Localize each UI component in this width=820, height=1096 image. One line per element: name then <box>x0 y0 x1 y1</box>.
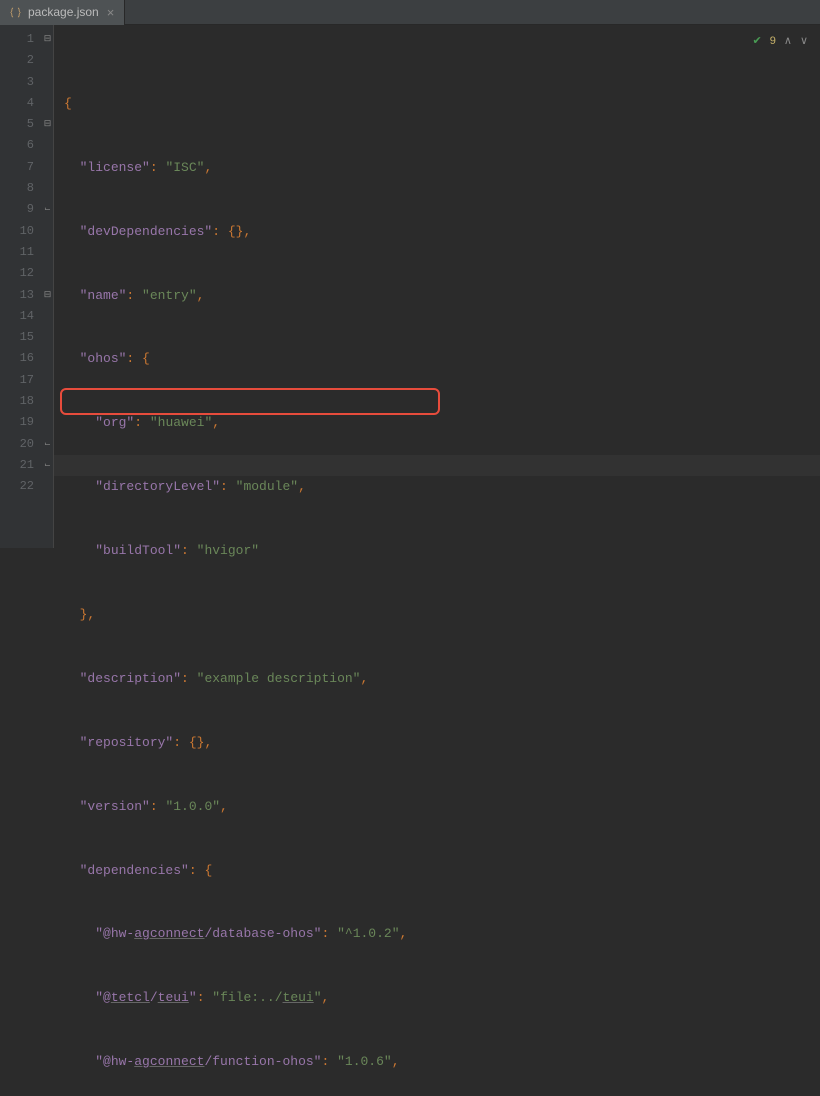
code-area[interactable]: { "license": "ISC", "devDependencies": {… <box>54 25 820 548</box>
fold-end: ⌙ <box>42 434 53 455</box>
prev-warning-icon[interactable]: ∧ <box>784 31 792 52</box>
tab-label: package.json <box>28 5 99 19</box>
tab-package-json[interactable]: package.json × <box>0 0 125 25</box>
warning-count: 9 <box>770 31 776 52</box>
tab-bar: package.json × <box>0 0 820 25</box>
fold-gutter: ⊟ ⊟ ⌙ ⊟ ⌙ ⌙ <box>42 25 54 548</box>
json-file-icon <box>8 5 22 19</box>
fold-end: ⌙ <box>42 199 53 220</box>
fold-toggle[interactable]: ⊟ <box>42 114 53 135</box>
highlight-box <box>60 388 440 415</box>
inspection-status[interactable]: ✔ 9 ∧ ∨ <box>753 31 808 52</box>
code-editor[interactable]: 12345678910111213141516171819202122 ⊟ ⊟ … <box>0 25 820 548</box>
close-icon[interactable]: × <box>105 5 117 20</box>
fold-end: ⌙ <box>42 455 53 476</box>
check-icon: ✔ <box>753 31 762 52</box>
fold-toggle[interactable]: ⊟ <box>42 29 53 50</box>
line-number-gutter: 12345678910111213141516171819202122 <box>0 25 42 548</box>
next-warning-icon[interactable]: ∨ <box>800 31 808 52</box>
fold-toggle[interactable]: ⊟ <box>42 285 53 306</box>
